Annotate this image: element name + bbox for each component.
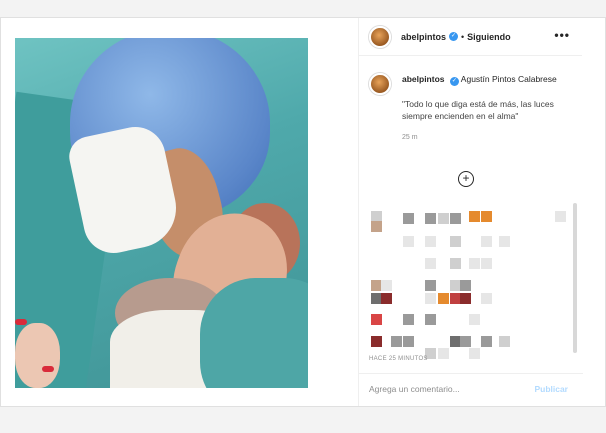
caption-time[interactable]: 25 m xyxy=(402,132,569,144)
scrub-tile xyxy=(438,213,449,224)
scrub-tile xyxy=(481,236,492,247)
scrub-tile xyxy=(460,336,471,347)
comment-bar: Publicar xyxy=(359,373,583,406)
separator-dot: • xyxy=(461,31,465,42)
scrub-tile xyxy=(469,314,480,325)
caption-quote: "Todo lo que diga está de más, las luces… xyxy=(402,99,554,121)
photo-nail xyxy=(42,366,54,372)
post-caption: abelpintos ✓ Agustín Pintos Calabrese "T… xyxy=(369,73,569,144)
scrub-tile xyxy=(469,211,480,222)
scrub-tile xyxy=(403,236,414,247)
following-button[interactable]: Siguiendo xyxy=(467,32,511,42)
scrub-tile xyxy=(481,258,492,269)
avatar[interactable] xyxy=(369,25,391,48)
scrub-tile xyxy=(450,213,461,224)
header-username[interactable]: abelpintos xyxy=(401,32,446,42)
post-sidebar: abelpintos ✓ • Siguiendo ••• abelpintos … xyxy=(358,18,583,406)
scrub-tile xyxy=(381,280,392,291)
scrub-tile xyxy=(450,236,461,247)
verified-icon: ✓ xyxy=(449,32,459,41)
comments-scrollbar[interactable] xyxy=(573,203,577,353)
scrub-tile xyxy=(425,293,436,304)
verified-icon: ✓ xyxy=(449,77,459,86)
photo-gown-right xyxy=(200,278,308,388)
scrub-tile xyxy=(371,221,382,232)
scrub-tile xyxy=(403,213,414,224)
post-photo[interactable] xyxy=(15,38,308,388)
scrub-tile xyxy=(481,211,492,222)
post-timestamp: HACE 25 MINUTOS xyxy=(369,356,428,362)
scrub-tile xyxy=(425,280,436,291)
scrub-tile xyxy=(460,280,471,291)
scrub-tile xyxy=(403,336,414,347)
scrub-tile xyxy=(371,314,382,325)
post-header: abelpintos ✓ • Siguiendo ••• xyxy=(359,18,582,56)
scrub-tile xyxy=(381,293,392,304)
scrub-tile xyxy=(425,213,436,224)
comment-input[interactable] xyxy=(369,384,519,394)
scrub-tile xyxy=(450,258,461,269)
scrub-tile xyxy=(438,293,449,304)
scrub-tile xyxy=(481,336,492,347)
publish-button[interactable]: Publicar xyxy=(534,384,568,394)
scrub-tile xyxy=(425,258,436,269)
scrub-tile xyxy=(371,336,382,347)
more-options-icon[interactable]: ••• xyxy=(554,28,570,42)
photo-nail xyxy=(15,319,27,325)
photo-hand xyxy=(15,323,60,388)
scrub-tile xyxy=(438,348,449,359)
scrub-tile xyxy=(469,258,480,269)
scrub-tile xyxy=(481,293,492,304)
load-more-comments-button[interactable]: + xyxy=(458,171,474,187)
scrub-tile xyxy=(499,236,510,247)
scrub-tile xyxy=(555,211,566,222)
scrub-tile xyxy=(425,236,436,247)
caption-avatar[interactable] xyxy=(369,73,391,95)
scrub-tile xyxy=(391,336,402,347)
scrub-tile xyxy=(403,314,414,325)
caption-line: abelpintos ✓ Agustín Pintos Calabrese xyxy=(402,73,569,86)
caption-mention[interactable]: Agustín Pintos Calabrese xyxy=(461,74,557,84)
scrub-tile xyxy=(469,348,480,359)
instagram-post-modal: abelpintos ✓ • Siguiendo ••• abelpintos … xyxy=(0,17,606,407)
scrub-tile xyxy=(499,336,510,347)
caption-username[interactable]: abelpintos xyxy=(402,74,445,84)
scrub-tile xyxy=(425,314,436,325)
scrub-tile xyxy=(460,293,471,304)
